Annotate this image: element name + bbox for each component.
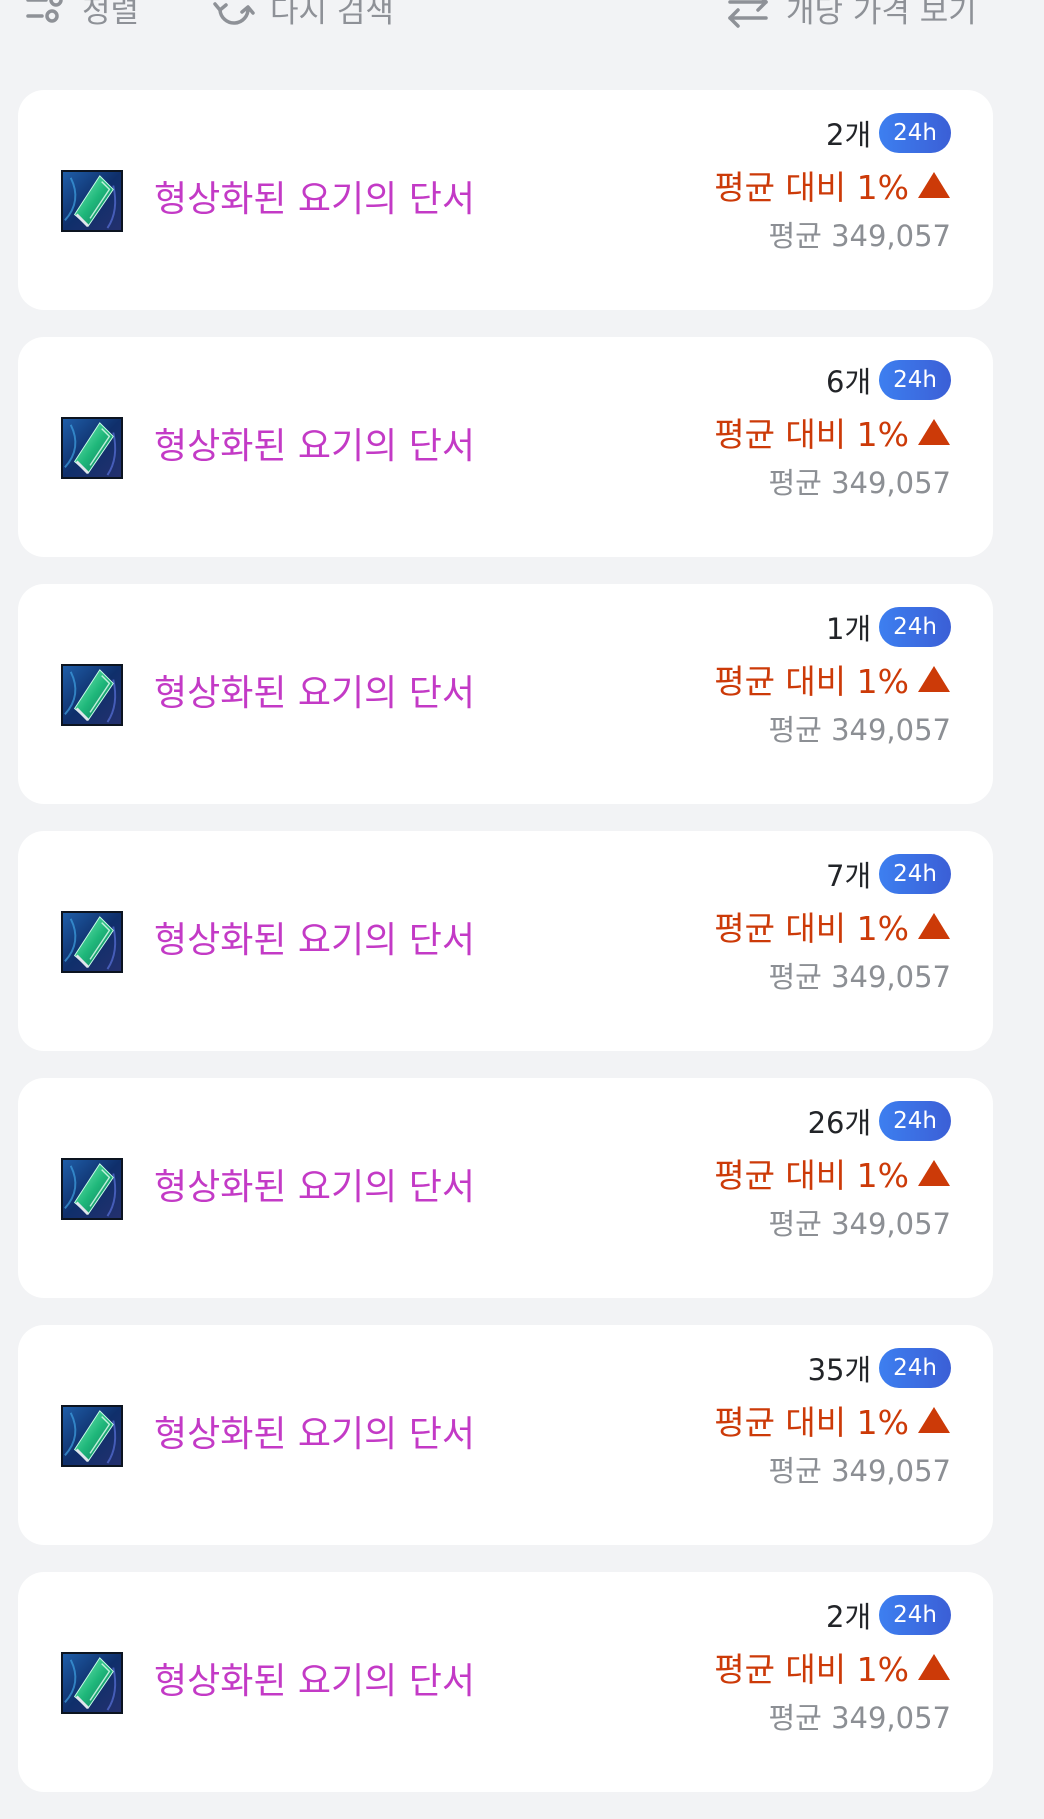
count-row: 26개 24h [808, 1100, 951, 1142]
count-row: 35개 24h [808, 1347, 951, 1389]
average-price: 평균 349,057 [768, 466, 951, 500]
average-change: 평균 대비 1% [714, 1156, 909, 1195]
research-label: 다시 검색 [270, 0, 394, 30]
price-info: 2개 24h 평균 대비 1% 평균 349,057 [621, 112, 951, 292]
average-price: 평균 349,057 [768, 713, 951, 747]
period-badge: 24h [879, 607, 951, 647]
period-badge: 24h [879, 360, 951, 400]
up-triangle-icon [917, 1406, 951, 1434]
item-name: 형상화된 요기의 단서 [154, 426, 475, 467]
up-triangle-icon [917, 1159, 951, 1187]
item-list: 형상화된 요기의 단서 2개 24h 평균 대비 1% 평균 349,057 형… [18, 90, 993, 1819]
shard-icon [61, 417, 123, 479]
price-info: 6개 24h 평균 대비 1% 평균 349,057 [621, 359, 951, 539]
item-card[interactable]: 형상화된 요기의 단서 2개 24h 평균 대비 1% 평균 349,057 [18, 1572, 993, 1792]
item-count: 26개 [807, 1106, 872, 1140]
period-badge: 24h [879, 113, 951, 153]
shard-icon [61, 664, 123, 726]
count-row: 1개 24h [826, 606, 951, 648]
period-badge: 24h [879, 1595, 951, 1635]
shard-icon [61, 1405, 123, 1467]
change-row: 평균 대비 1% [714, 1644, 951, 1690]
period-badge: 24h [879, 854, 951, 894]
unit-price-label: 개당 가격 보기 [786, 0, 977, 30]
up-triangle-icon [917, 171, 951, 199]
item-count: 6개 [826, 365, 872, 399]
sort-label: 정렬 [82, 0, 140, 30]
item-name: 형상화된 요기의 단서 [154, 920, 475, 961]
price-info: 7개 24h 평균 대비 1% 평균 349,057 [621, 853, 951, 1033]
average-price: 평균 349,057 [768, 960, 951, 994]
count-row: 6개 24h [826, 359, 951, 401]
swap-icon [724, 0, 772, 28]
unit-price-toggle[interactable]: 개당 가격 보기 [724, 0, 977, 38]
item-count: 35개 [807, 1353, 872, 1387]
average-price: 평균 349,057 [768, 1701, 951, 1735]
item-count: 2개 [826, 118, 872, 152]
count-row: 2개 24h [826, 1594, 951, 1636]
item-card[interactable]: 형상화된 요기의 단서 6개 24h 평균 대비 1% 평균 349,057 [18, 337, 993, 557]
period-badge: 24h [879, 1348, 951, 1388]
price-info: 1개 24h 평균 대비 1% 평균 349,057 [621, 606, 951, 786]
sort-icon [24, 0, 68, 26]
item-name: 형상화된 요기의 단서 [154, 1661, 475, 1702]
average-price: 평균 349,057 [768, 219, 951, 253]
average-change: 평균 대비 1% [714, 662, 909, 701]
average-change: 평균 대비 1% [714, 1650, 909, 1689]
change-row: 평균 대비 1% [714, 656, 951, 702]
research-button[interactable]: 다시 검색 [212, 0, 394, 38]
refresh-icon [212, 0, 256, 28]
count-row: 2개 24h [826, 112, 951, 154]
up-triangle-icon [917, 1653, 951, 1681]
average-change: 평균 대비 1% [714, 168, 909, 207]
sort-button[interactable]: 정렬 [24, 0, 139, 38]
shard-icon [61, 1652, 123, 1714]
average-price: 평균 349,057 [768, 1454, 951, 1488]
period-badge: 24h [879, 1101, 951, 1141]
price-info: 35개 24h 평균 대비 1% 평균 349,057 [621, 1347, 951, 1527]
up-triangle-icon [917, 665, 951, 693]
average-change: 평균 대비 1% [714, 415, 909, 454]
count-row: 7개 24h [826, 853, 951, 895]
item-name: 형상화된 요기의 단서 [154, 179, 475, 220]
item-card[interactable]: 형상화된 요기의 단서 26개 24h 평균 대비 1% 평균 349,057 [18, 1078, 993, 1298]
change-row: 평균 대비 1% [714, 1150, 951, 1196]
price-info: 2개 24h 평균 대비 1% 평균 349,057 [621, 1594, 951, 1774]
item-count: 1개 [826, 612, 872, 646]
shard-icon [61, 911, 123, 973]
change-row: 평균 대비 1% [714, 162, 951, 208]
item-name: 형상화된 요기의 단서 [154, 673, 475, 714]
item-card[interactable]: 형상화된 요기의 단서 7개 24h 평균 대비 1% 평균 349,057 [18, 831, 993, 1051]
average-change: 평균 대비 1% [714, 909, 909, 948]
shard-icon [61, 170, 123, 232]
average-price: 평균 349,057 [768, 1207, 951, 1241]
up-triangle-icon [917, 418, 951, 446]
change-row: 평균 대비 1% [714, 903, 951, 949]
toolbar: 정렬 다시 검색 개당 가격 보기 [0, 0, 1044, 38]
item-count: 7개 [826, 859, 872, 893]
change-row: 평균 대비 1% [714, 1397, 951, 1443]
item-card[interactable]: 형상화된 요기의 단서 2개 24h 평균 대비 1% 평균 349,057 [18, 90, 993, 310]
item-name: 형상화된 요기의 단서 [154, 1167, 475, 1208]
average-change: 평균 대비 1% [714, 1403, 909, 1442]
item-card[interactable]: 형상화된 요기의 단서 1개 24h 평균 대비 1% 평균 349,057 [18, 584, 993, 804]
item-card[interactable]: 형상화된 요기의 단서 35개 24h 평균 대비 1% 평균 349,057 [18, 1325, 993, 1545]
item-count: 2개 [826, 1600, 872, 1634]
price-info: 26개 24h 평균 대비 1% 평균 349,057 [621, 1100, 951, 1280]
shard-icon [61, 1158, 123, 1220]
change-row: 평균 대비 1% [714, 409, 951, 455]
up-triangle-icon [917, 912, 951, 940]
item-name: 형상화된 요기의 단서 [154, 1414, 475, 1455]
